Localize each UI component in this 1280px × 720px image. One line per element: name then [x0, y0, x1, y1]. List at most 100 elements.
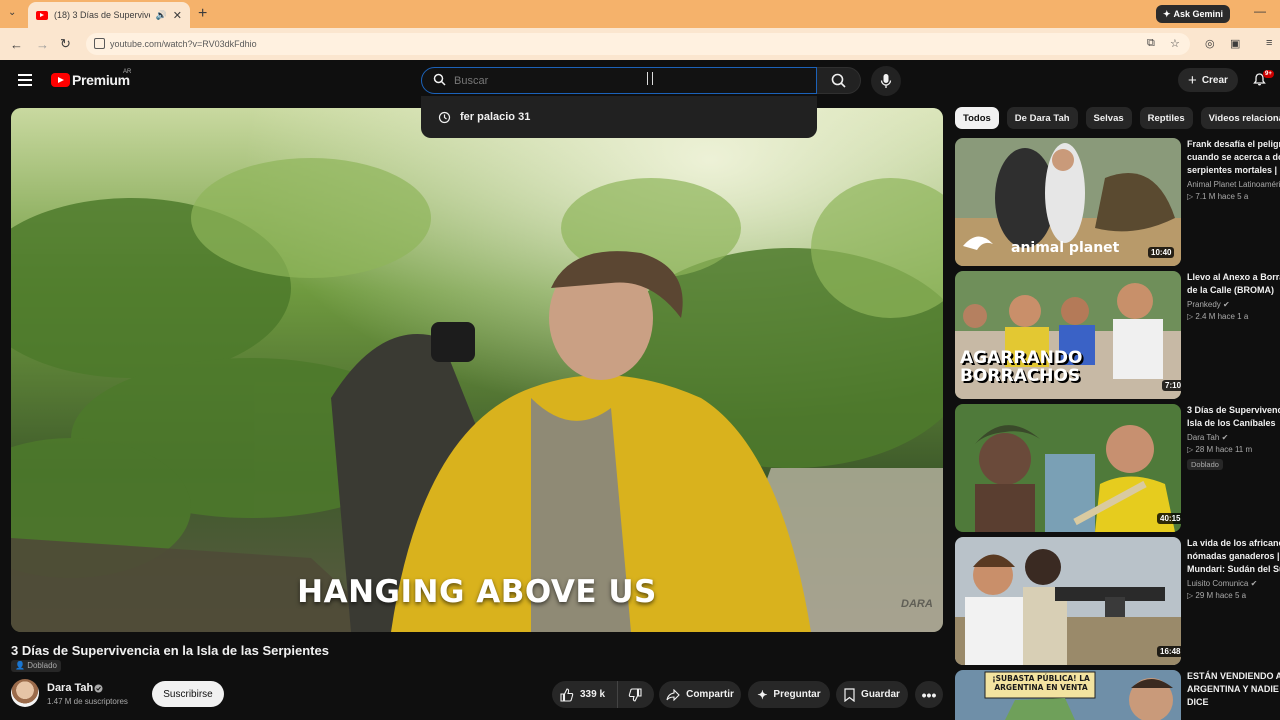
notification-count-badge: 9+ — [1263, 70, 1274, 78]
subscribe-button[interactable]: Suscribirse — [152, 681, 224, 707]
thumbnail-overlay-text: ¡SUBASTA PÚBLICA! LA ARGENTINA EN VENTA — [992, 674, 1090, 692]
recommendation-thumbnail[interactable]: AGARRANDO BORRACHOS 7:10 — [955, 271, 1181, 399]
recommendation-thumbnail[interactable]: ¡SUBASTA PÚBLICA! LA ARGENTINA EN VENTA — [955, 670, 1181, 720]
browser-tab-strip — [0, 0, 1280, 28]
recommendation-title-line: Llevo al Anexo a Borra — [1187, 272, 1280, 282]
recommendation-title-line: Frank desafía el peligro — [1187, 139, 1280, 149]
bookmark-star-icon[interactable]: ☆ — [1170, 37, 1180, 50]
search-suggestion-item[interactable]: fer palacio 31 — [421, 107, 817, 127]
channel-label: Luisito Comunica — [1187, 579, 1249, 588]
reload-icon[interactable]: ↻ — [60, 36, 71, 52]
chip-de-dara-tah[interactable]: De Dara Tah — [1006, 107, 1078, 129]
tab-title: (18) 3 Días de Supervivenci — [54, 10, 150, 20]
thumbnail-image — [955, 537, 1181, 665]
search-box[interactable] — [421, 67, 817, 94]
chip-reptiles[interactable]: Reptiles — [1139, 107, 1193, 129]
recommendation-info[interactable]: ESTÁN VENDIENDO A ARGENTINA Y NADIE DICE — [1187, 670, 1280, 709]
minimize-window-icon[interactable]: — — [1254, 4, 1266, 18]
youtube-favicon-icon — [36, 10, 48, 20]
address-bar[interactable]: youtube.com/watch?v=RV03dkFdhio — [86, 33, 1190, 55]
recommendation-meta: ▷ 2.4 M hace 1 a — [1187, 312, 1249, 321]
recommendation-meta: ▷ 29 M hace 5 a — [1187, 591, 1247, 600]
tab-search-chevron-icon[interactable]: ⌄ — [8, 7, 16, 18]
channel-label: Prankedy — [1187, 300, 1221, 309]
recommendation-card[interactable]: animal planet 10:40 Frank desafía el pel… — [955, 138, 1280, 266]
search-input[interactable] — [454, 74, 794, 87]
dubbed-badge: 👤 Doblado — [11, 660, 62, 672]
browser-tab[interactable]: (18) 3 Días de Supervivenci 🔊 ✕ — [28, 2, 190, 28]
recommendation-title-line: La vida de los africanos — [1187, 538, 1280, 548]
verified-check-icon: ✔ — [1223, 300, 1230, 309]
recommendation-card[interactable]: 16:48 La vida de los africanos nómadas g… — [955, 537, 1280, 665]
share-button[interactable]: Compartir — [659, 681, 741, 708]
create-button[interactable]: + Crear — [1178, 68, 1238, 92]
video-player[interactable] — [11, 108, 943, 632]
filter-chips: Todos De Dara Tah Selvas Reptiles Videos… — [955, 107, 1280, 129]
extension-icon[interactable]: ◎ — [1205, 37, 1215, 50]
recommendation-title-line: DICE — [1187, 697, 1209, 707]
recommendation-card[interactable]: AGARRANDO BORRACHOS 7:10 Llevo al Anexo … — [955, 271, 1280, 399]
reading-list-icon[interactable]: ≡ — [1266, 37, 1272, 49]
recommendation-title-line: serpientes mortales | — [1187, 165, 1278, 175]
recommendation-title-line: nómadas ganaderos | — [1187, 551, 1280, 561]
recommendation-info[interactable]: 3 Días de Supervivencia Isla de los Caní… — [1187, 404, 1280, 472]
search-icon — [831, 73, 846, 88]
recommendation-thumbnail[interactable]: 16:48 — [955, 537, 1181, 665]
history-icon — [438, 111, 451, 123]
save-label: Guardar — [861, 689, 900, 700]
share-arrow-icon — [666, 688, 680, 701]
url-text: youtube.com/watch?v=RV03dkFdhio — [110, 39, 257, 49]
video-duration: 7:10 — [1162, 380, 1181, 391]
create-label: Crear — [1201, 74, 1228, 86]
text-cursor-icon — [647, 72, 653, 85]
forward-arrow-icon[interactable]: → — [36, 37, 49, 52]
youtube-logo-icon[interactable] — [51, 73, 70, 87]
save-button[interactable]: Guardar — [836, 681, 908, 708]
dislike-button[interactable] — [618, 681, 652, 708]
search-button[interactable] — [817, 67, 861, 94]
recommendation-info[interactable]: Llevo al Anexo a Borra de la Calle (BROM… — [1187, 271, 1280, 321]
recommendation-card[interactable]: ¡SUBASTA PÚBLICA! LA ARGENTINA EN VENTA … — [955, 670, 1280, 720]
thumbnail-overlay-text: AGARRANDO BORRACHOS — [960, 348, 1083, 386]
extensions-puzzle-icon[interactable]: ▣ — [1230, 37, 1240, 50]
verified-check-icon — [94, 684, 103, 693]
recommendation-meta: ▷ 7.1 M hace 5 a — [1187, 192, 1249, 201]
close-tab-icon[interactable]: ✕ — [173, 9, 182, 22]
install-app-icon[interactable]: ⧉ — [1147, 37, 1155, 50]
voice-search-button[interactable] — [871, 66, 901, 96]
recommendation-info[interactable]: Frank desafía el peligro cuando se acerc… — [1187, 138, 1280, 201]
like-button[interactable]: 339 k — [552, 681, 618, 708]
logo-country-code: AR — [123, 69, 132, 75]
recommendation-views-age: 7.1 M hace 5 a — [1195, 192, 1249, 201]
thumbnail-image — [955, 404, 1181, 532]
more-actions-button[interactable]: ••• — [915, 681, 943, 708]
channel-avatar[interactable] — [11, 679, 39, 707]
recommendation-thumbnail[interactable]: animal planet 10:40 — [955, 138, 1181, 266]
microphone-icon — [880, 74, 892, 88]
recommendation-views-age: 2.4 M hace 1 a — [1195, 312, 1249, 321]
ask-gemini-button[interactable]: ✦ Ask Gemini — [1156, 5, 1230, 23]
channel-name[interactable]: Dara Tah — [47, 682, 93, 694]
ask-button[interactable]: ✦ Preguntar — [748, 681, 830, 708]
chip-selvas[interactable]: Selvas — [1085, 107, 1132, 129]
sparkle-icon: ✦ — [757, 687, 768, 702]
logo-text[interactable]: Premium — [72, 72, 130, 88]
recommendation-title-line: 3 Días de Supervivencia — [1187, 405, 1280, 415]
recommendation-title-line: ARGENTINA Y NADIE — [1187, 684, 1279, 694]
suggestion-text: fer palacio 31 — [460, 111, 531, 123]
recommendation-title-line: cuando se acerca a dos — [1187, 152, 1280, 162]
speaker-icon[interactable]: 🔊 — [156, 10, 167, 21]
like-count: 339 k — [580, 689, 606, 700]
chip-todos[interactable]: Todos — [955, 107, 999, 129]
site-info-icon[interactable] — [94, 38, 105, 49]
new-tab-button[interactable]: + — [198, 5, 207, 23]
chip-videos-relacionados[interactable]: Videos relacionados — [1200, 107, 1280, 129]
recommendation-views-age: 28 M hace 11 m — [1195, 445, 1253, 454]
recommendation-info[interactable]: La vida de los africanos nómadas ganader… — [1187, 537, 1280, 600]
recommendation-channel: Prankedy ✔ — [1187, 300, 1280, 309]
video-title: 3 Días de Supervivencia en la Isla de la… — [11, 643, 329, 658]
menu-hamburger-icon[interactable] — [18, 74, 32, 86]
back-arrow-icon[interactable]: ← — [10, 37, 23, 52]
recommendation-card[interactable]: 40:15 3 Días de Supervivencia Isla de lo… — [955, 404, 1280, 532]
recommendation-thumbnail[interactable]: 40:15 — [955, 404, 1181, 532]
